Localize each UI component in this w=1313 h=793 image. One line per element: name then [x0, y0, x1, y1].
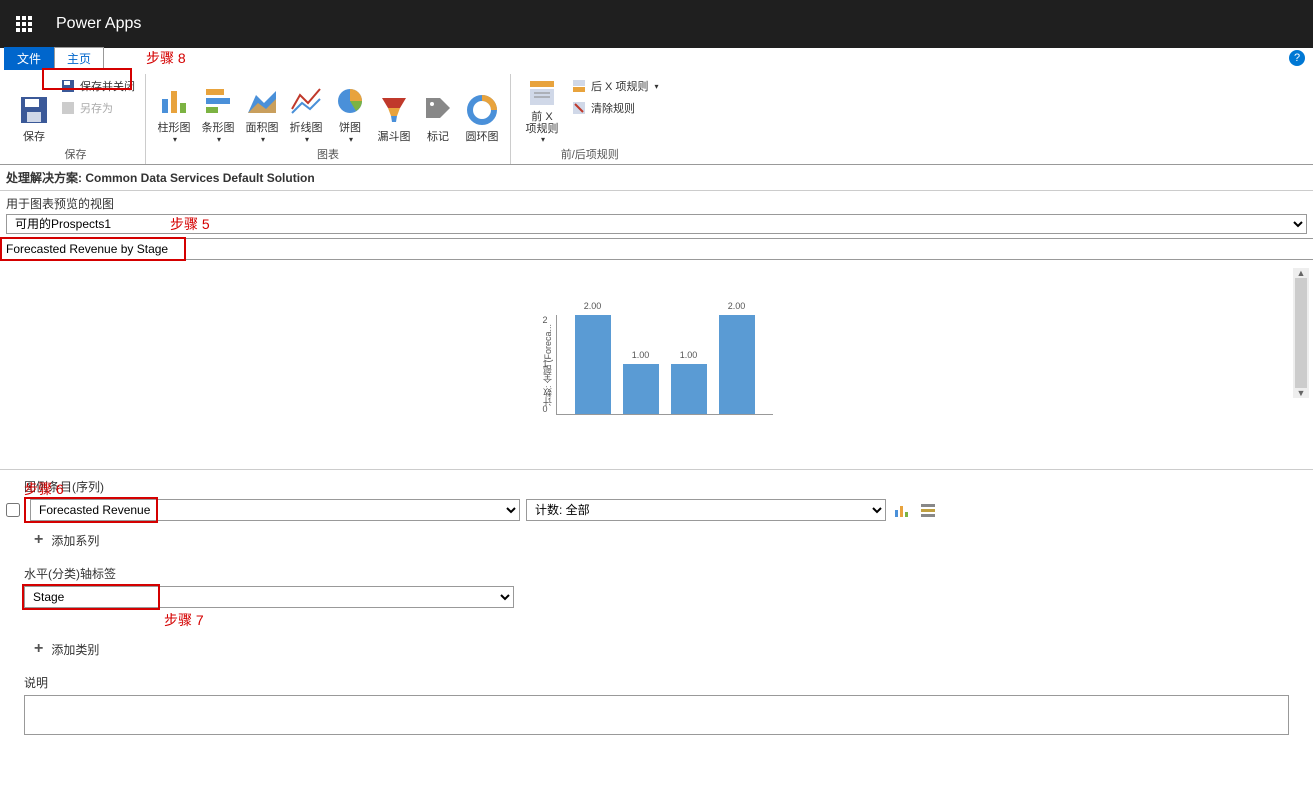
- annotation-step7: 步骤 7: [164, 610, 1289, 630]
- funnel-chart-button[interactable]: 漏斗图: [372, 74, 416, 144]
- series-select[interactable]: Forecasted Revenue: [30, 499, 520, 521]
- solution-label: 处理解决方案: Common Data Services Default Sol…: [0, 165, 1313, 191]
- aggregate-select[interactable]: 计数: 全部: [526, 499, 886, 521]
- tag-chart-button[interactable]: 标记: [416, 74, 460, 144]
- top-rule-icon: [526, 77, 558, 109]
- save-icon: [18, 94, 50, 126]
- chart-bar: 2.00: [575, 315, 611, 414]
- chart-name-input[interactable]: [0, 239, 1313, 259]
- chevron-down-icon: ▾: [173, 135, 177, 144]
- bottom-rule-button[interactable]: 后 X 项规则▾: [567, 76, 662, 96]
- horizontal-axis-label: 水平(分类)轴标签: [24, 565, 1289, 582]
- chevron-down-icon: ▾: [217, 135, 221, 144]
- ribbon-group-charts: 柱形图▾ 条形图▾ 面积图▾ 折线图▾ 饼图▾ 漏斗图 标记 圆环图 图表: [146, 74, 511, 164]
- chevron-down-icon: ▾: [541, 135, 545, 144]
- help-icon[interactable]: ?: [1289, 50, 1305, 66]
- donut-chart-button[interactable]: 圆环图: [460, 74, 504, 144]
- chart-bar: 1.00: [671, 364, 707, 414]
- area-chart-button[interactable]: 面积图▾: [240, 74, 284, 144]
- add-category-button[interactable]: + 添加类别: [34, 640, 1289, 658]
- chevron-down-icon: ▾: [654, 82, 658, 91]
- chevron-down-icon: ▾: [349, 135, 353, 144]
- chart-bar: 1.00: [623, 364, 659, 414]
- preview-scrollbar[interactable]: ▲ ▼: [1293, 268, 1309, 398]
- chevron-down-icon: ▾: [305, 135, 309, 144]
- bottom-rule-icon: [571, 78, 587, 94]
- save-close-icon: [60, 78, 76, 94]
- ribbon-tabs: 文件 主页 ? 步骤 8: [0, 48, 1313, 70]
- ribbon-group-rules: 前 X 项规则▾ 后 X 项规则▾ 清除规则 前/后项规则: [511, 74, 668, 164]
- view-label: 用于图表预览的视图: [0, 191, 1313, 214]
- description-textarea[interactable]: [24, 695, 1289, 735]
- tab-home[interactable]: 主页: [54, 47, 104, 70]
- chart-bar: 2.00: [719, 315, 755, 414]
- chart-preview: 计数: 全部 (Foreca... 2 1 0 2.00 1.00 1.00 2…: [0, 260, 1313, 470]
- save-button[interactable]: 保存: [12, 74, 56, 144]
- column-chart-button[interactable]: 柱形图▾: [152, 74, 196, 144]
- series-options-icon[interactable]: [918, 500, 938, 520]
- app-title: Power Apps: [56, 15, 141, 33]
- legend-entries-label: 图例条目(序列): [24, 478, 104, 495]
- tag-icon: [422, 94, 454, 126]
- series-chart-type-icon[interactable]: [892, 500, 912, 520]
- add-series-button[interactable]: + 添加系列: [34, 531, 1289, 549]
- donut-chart-icon: [466, 94, 498, 126]
- line-chart-button[interactable]: 折线图▾: [284, 74, 328, 144]
- bar-chart-icon: [202, 85, 234, 117]
- save-and-close-button[interactable]: 保存并关闭: [56, 76, 139, 96]
- tab-file[interactable]: 文件: [4, 47, 54, 70]
- funnel-chart-icon: [378, 94, 410, 126]
- config-panel: 图例条目(序列) 步骤 6 Forecasted Revenue 计数: 全部 …: [0, 470, 1313, 746]
- title-bar: Power Apps: [0, 0, 1313, 48]
- chart-plot: 2 1 0 2.00 1.00 1.00 2.00: [556, 315, 773, 415]
- pie-chart-button[interactable]: 饼图▾: [328, 74, 372, 144]
- view-select[interactable]: 可用的Prospects1: [6, 214, 1307, 234]
- annotation-step8: 步骤 8: [146, 48, 186, 68]
- plus-icon: +: [34, 531, 43, 549]
- chevron-down-icon: ▾: [261, 135, 265, 144]
- ribbon: 保存 保存并关闭 另存为 保存 柱形图▾ 条形图▾ 面积图▾ 折线图▾ 饼图▾ …: [0, 70, 1313, 165]
- chart-y-ticks: 2 1 0: [543, 315, 548, 414]
- line-chart-icon: [290, 85, 322, 117]
- series-checkbox[interactable]: [6, 503, 20, 517]
- area-chart-icon: [246, 85, 278, 117]
- save-as-icon: [60, 100, 76, 116]
- bar-chart-button[interactable]: 条形图▾: [196, 74, 240, 144]
- app-launcher-icon[interactable]: [0, 0, 48, 48]
- pie-chart-icon: [334, 85, 366, 117]
- scroll-up-icon[interactable]: ▲: [1297, 268, 1306, 278]
- scroll-down-icon[interactable]: ▼: [1297, 388, 1306, 398]
- column-chart-icon: [158, 85, 190, 117]
- scroll-thumb[interactable]: [1295, 278, 1307, 388]
- category-select[interactable]: Stage: [24, 586, 514, 608]
- clear-rules-icon: [571, 100, 587, 116]
- description-label: 说明: [24, 674, 1289, 691]
- top-rule-button[interactable]: 前 X 项规则▾: [517, 74, 567, 144]
- plus-icon: +: [34, 640, 43, 658]
- save-as-button: 另存为: [56, 98, 139, 118]
- ribbon-group-save: 保存 保存并关闭 另存为 保存: [6, 74, 146, 164]
- clear-rules-button[interactable]: 清除规则: [567, 98, 662, 118]
